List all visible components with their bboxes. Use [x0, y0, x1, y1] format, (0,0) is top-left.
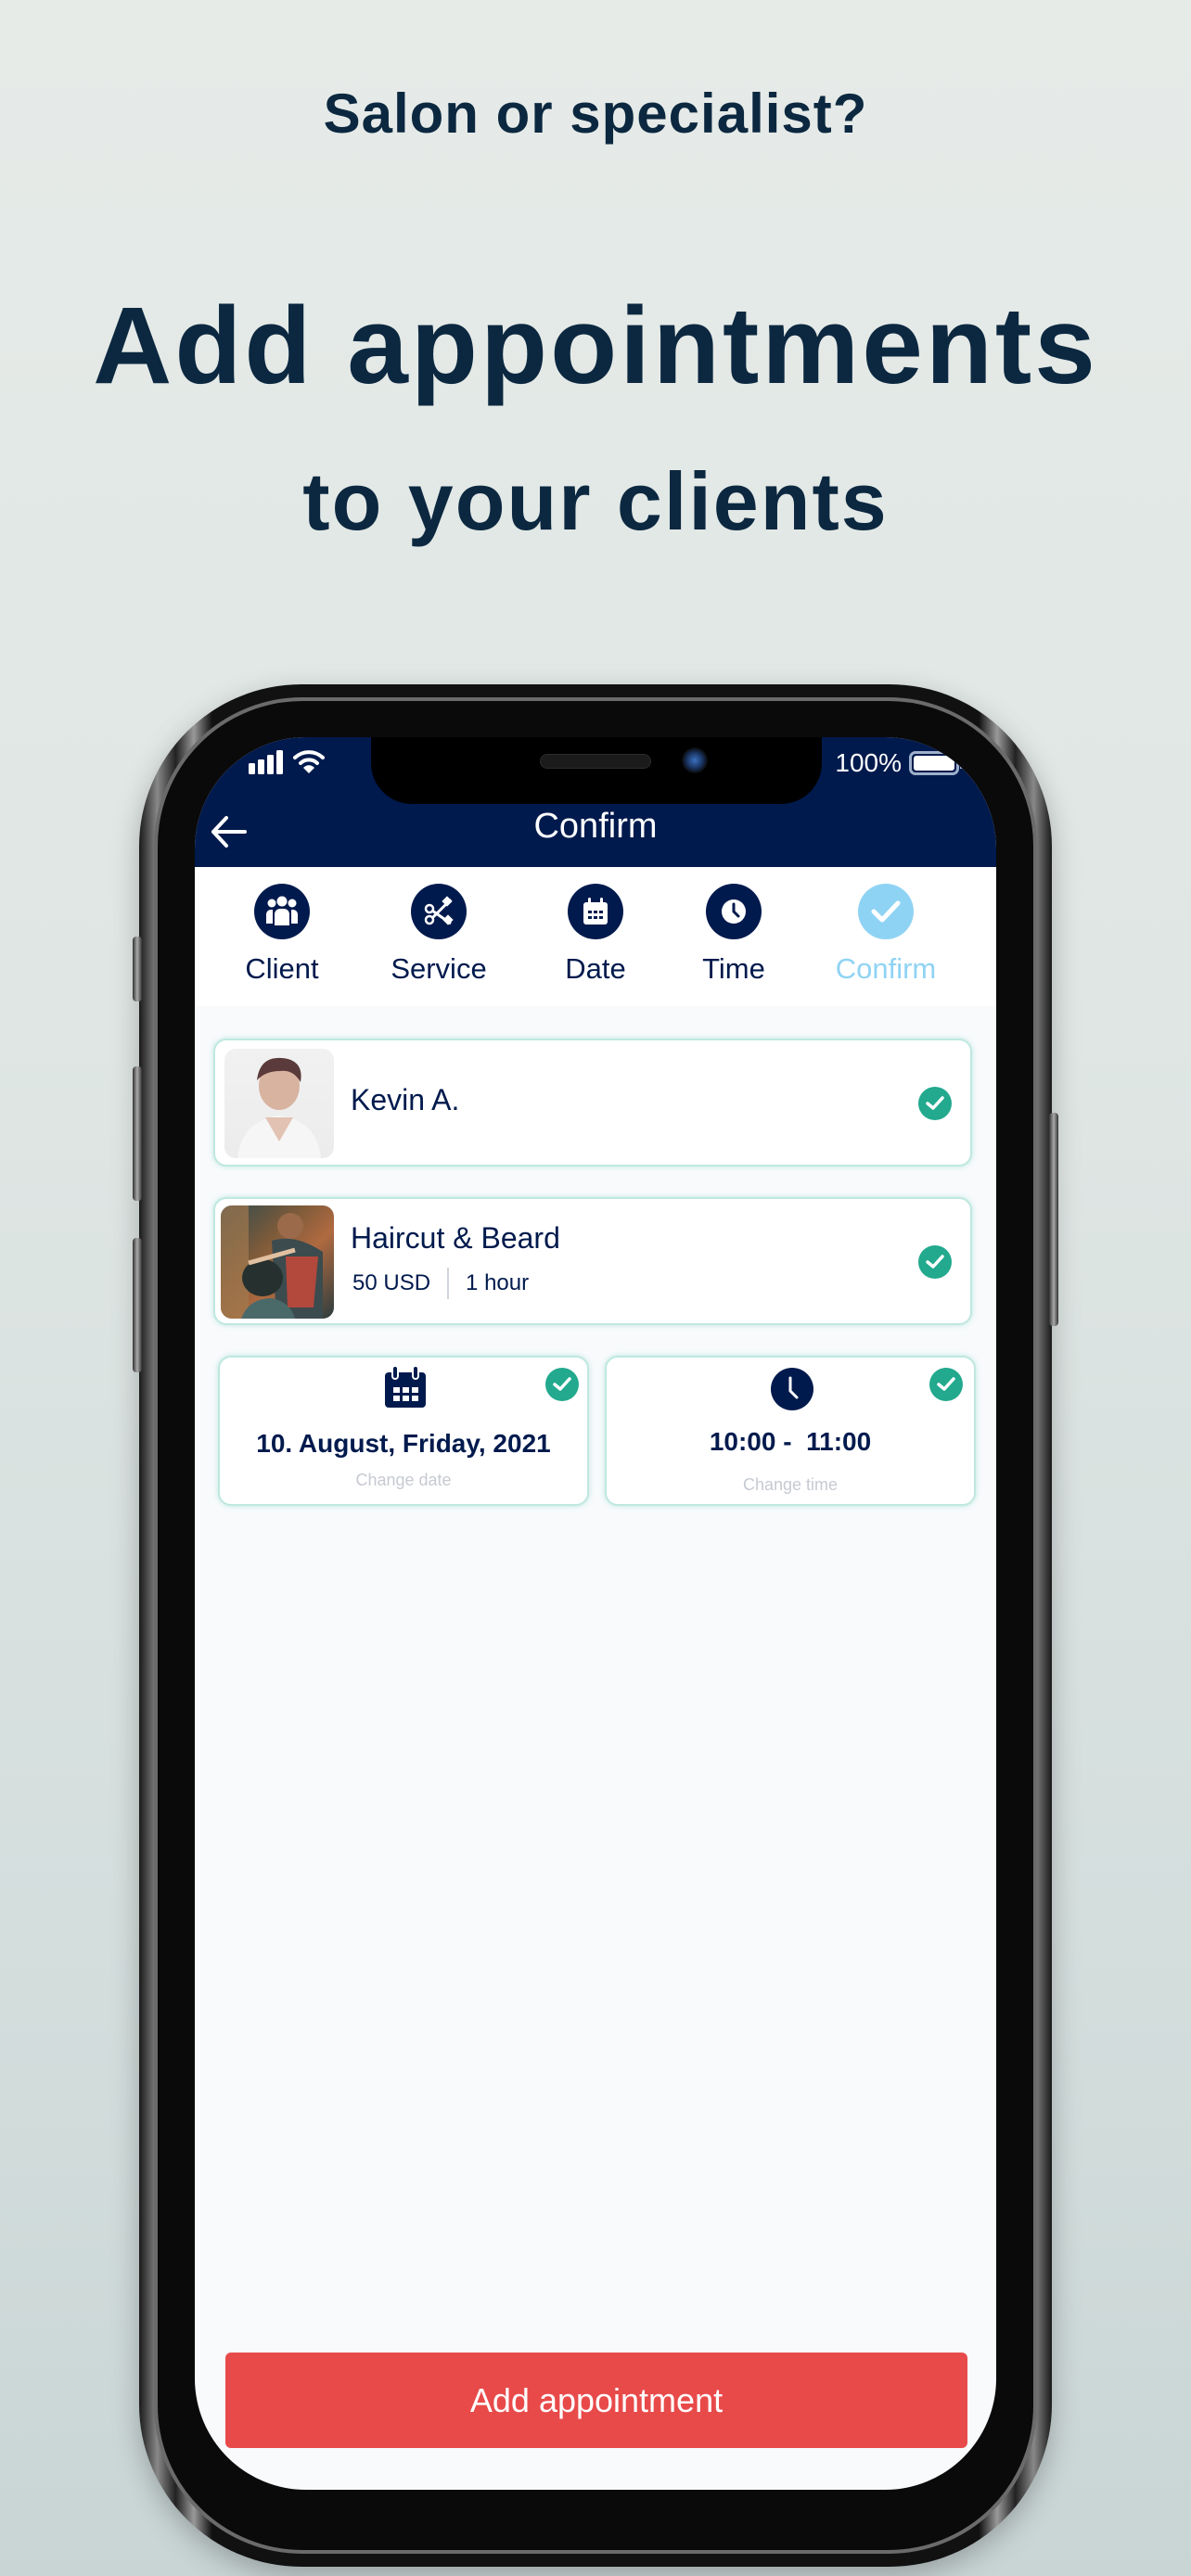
step-service[interactable]: Service [374, 884, 504, 986]
step-label: Service [391, 952, 487, 985]
wifi-icon [293, 750, 325, 773]
app-screen: 100% Confirm Client Service Date Time Co… [195, 737, 996, 2490]
users-icon [266, 896, 298, 925]
selected-time: 10:00 - 11:00 [709, 1427, 872, 1456]
battery-icon [909, 751, 964, 775]
step-confirm[interactable]: Confirm [821, 884, 951, 986]
phone-volume-down [133, 1238, 142, 1372]
status-bar-right: 100% [835, 748, 964, 778]
service-meta: 50 USD 1 hour [352, 1268, 529, 1299]
step-service-circle [411, 884, 467, 939]
status-bar-left [249, 748, 325, 774]
client-card[interactable]: Kevin A. [213, 1039, 972, 1167]
date-card[interactable]: 10. August, Friday, 2021 Change date [218, 1356, 589, 1506]
step-label: Date [565, 952, 626, 985]
service-photo [221, 1205, 334, 1319]
step-label: Client [245, 952, 319, 985]
meta-divider [447, 1268, 450, 1299]
check-icon [871, 900, 901, 923]
step-date-circle [568, 884, 623, 939]
add-appointment-button[interactable]: Add appointment [225, 2353, 967, 2448]
clock-icon [722, 899, 746, 924]
client-avatar [224, 1049, 334, 1158]
phone-notch [371, 737, 822, 804]
step-confirm-circle [858, 884, 914, 939]
client-check-icon [918, 1087, 952, 1120]
selected-date: 10. August, Friday, 2021 [256, 1429, 551, 1458]
promo-subtitle: Salon or specialist? [323, 83, 868, 145]
service-price: 50 USD [352, 1270, 431, 1295]
step-label: Time [702, 952, 765, 985]
step-time-circle [706, 884, 762, 939]
service-duration: 1 hour [466, 1270, 530, 1295]
service-check-icon [918, 1245, 952, 1279]
change-time-link[interactable]: Change time [607, 1475, 974, 1495]
step-client[interactable]: Client [217, 884, 347, 986]
calendar-icon [583, 898, 608, 925]
phone-power-button [1049, 1113, 1058, 1326]
person-photo [237, 1057, 321, 1158]
signal-bars-icon [249, 750, 283, 774]
phone-mute-switch [133, 937, 142, 1001]
page-title: Confirm [533, 807, 658, 846]
clock-icon [771, 1368, 813, 1410]
step-time[interactable]: Time [669, 884, 799, 986]
scissors-icon [424, 896, 454, 925]
promo-title: Add appointments [93, 285, 1098, 407]
barber-photo [221, 1205, 323, 1319]
step-date[interactable]: Date [531, 884, 660, 986]
date-check-icon [545, 1368, 579, 1401]
promo-title-line2: to your clients [302, 455, 889, 547]
step-label: Confirm [835, 952, 937, 985]
time-check-icon [929, 1368, 963, 1401]
calendar-icon [385, 1365, 426, 1408]
phone-speaker [540, 754, 651, 769]
phone-camera [682, 747, 708, 773]
change-date-link[interactable]: Change date [220, 1471, 587, 1490]
phone-volume-up [133, 1066, 142, 1201]
booking-stepper: Client Service Date Time Confirm [195, 867, 996, 1006]
app-bar: 100% Confirm [195, 737, 996, 867]
service-name: Haircut & Beard [351, 1221, 560, 1255]
battery-percent: 100% [835, 748, 902, 777]
time-card[interactable]: 10:00 - 11:00 Change time [605, 1356, 976, 1506]
step-client-circle [254, 884, 310, 939]
service-card[interactable]: Haircut & Beard 50 USD 1 hour [213, 1197, 972, 1325]
client-name: Kevin A. [351, 1083, 460, 1116]
